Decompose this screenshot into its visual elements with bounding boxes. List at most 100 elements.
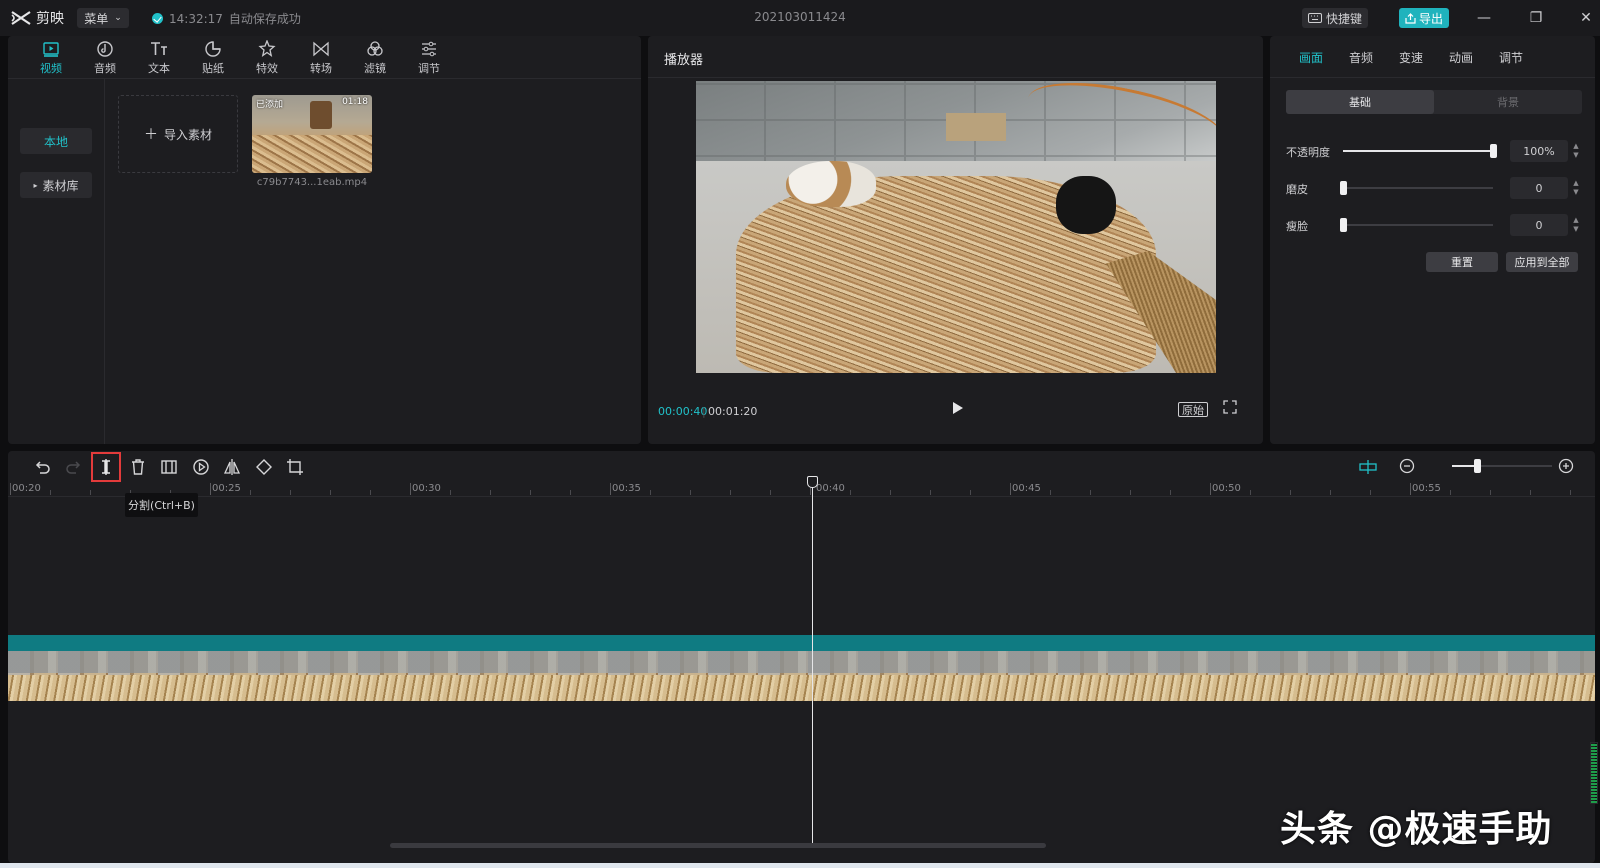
menu-label: 菜单 xyxy=(84,11,109,26)
menu-button[interactable]: 菜单 ⌄ xyxy=(77,8,129,28)
undo-icon xyxy=(35,461,50,474)
playhead-line[interactable] xyxy=(812,477,813,844)
reverse-play-icon xyxy=(193,459,209,475)
slim-face-value[interactable]: 0 xyxy=(1510,214,1568,236)
time-ruler[interactable]: 00:20 00:25 00:30 00:35 00:40 00:45 00:5… xyxy=(8,481,1595,497)
zoom-out-button[interactable] xyxy=(1398,457,1416,475)
app-window: 剪映 菜单 ⌄ 14:32:17 自动保存成功 202103011424 快捷键… xyxy=(0,0,1600,868)
redo-button[interactable] xyxy=(63,456,85,478)
clip-duration: 01:18 xyxy=(342,97,368,107)
ruler-tick xyxy=(330,490,331,495)
segment-basic[interactable]: 基础 xyxy=(1286,90,1434,114)
slim-face-slider[interactable] xyxy=(1340,218,1493,232)
tab-adjust[interactable]: 调节 xyxy=(402,36,456,79)
minimize-icon[interactable]: — xyxy=(1472,6,1496,30)
ruler-tick xyxy=(1170,490,1171,495)
mirror-button[interactable] xyxy=(221,456,243,478)
ruler-tick xyxy=(1010,483,1011,495)
ruler-tick xyxy=(1490,490,1491,495)
export-button[interactable]: 导出 xyxy=(1399,8,1449,28)
crop-button[interactable] xyxy=(284,456,306,478)
sidebar-item-library[interactable]: ▸ 素材库 xyxy=(20,172,92,198)
tab-effect-label: 特效 xyxy=(256,61,278,75)
tab-video-label: 视频 xyxy=(40,61,62,75)
sidebar-item-local[interactable]: 本地 xyxy=(20,128,92,154)
slim-face-knob[interactable] xyxy=(1340,218,1347,232)
timeline-scrollbar[interactable] xyxy=(390,843,1046,848)
time-separator: | xyxy=(702,405,706,418)
text-icon xyxy=(151,41,167,55)
tab-picture[interactable]: 画面 xyxy=(1286,36,1336,78)
tab-animation[interactable]: 动画 xyxy=(1436,36,1486,78)
tab-effect[interactable]: 特效 xyxy=(240,36,294,79)
freeze-frame-button[interactable] xyxy=(158,456,180,478)
maximize-icon[interactable]: ❐ xyxy=(1524,6,1548,30)
smooth-stepper[interactable]: ▲ ▼ xyxy=(1571,179,1581,197)
reverse-button[interactable] xyxy=(190,456,212,478)
delete-button[interactable] xyxy=(127,456,149,478)
opacity-value[interactable]: 100% xyxy=(1510,140,1568,162)
opacity-row: 不透明度 100% ▲ ▼ xyxy=(1286,140,1582,162)
ruler-tick xyxy=(730,490,731,495)
fullscreen-button[interactable] xyxy=(1223,400,1239,416)
tab-prop-adjust[interactable]: 调节 xyxy=(1486,36,1536,78)
video-scene-cat-calico xyxy=(786,161,876,207)
check-icon xyxy=(152,13,163,24)
opacity-stepper[interactable]: ▲ ▼ xyxy=(1571,142,1581,160)
import-media-button[interactable]: ＋ 导入素材 xyxy=(118,95,238,173)
tab-adjust-label: 调节 xyxy=(418,61,440,75)
video-track-header[interactable] xyxy=(8,635,1595,651)
tab-video[interactable]: 视频 xyxy=(24,36,78,79)
opacity-slider[interactable] xyxy=(1343,144,1497,158)
playhead-handle[interactable] xyxy=(807,476,818,488)
effect-icon xyxy=(258,39,276,57)
tab-audio[interactable]: 音频 xyxy=(78,36,132,79)
transition-icon xyxy=(313,41,329,56)
slim-face-stepper[interactable]: ▲ ▼ xyxy=(1571,216,1581,234)
ruler-tick xyxy=(930,490,931,495)
media-clip-thumbnail[interactable]: 已添加 01:18 xyxy=(252,95,372,173)
ruler-tick xyxy=(1330,490,1331,495)
apply-all-button[interactable]: 应用到全部 xyxy=(1506,252,1578,272)
play-button[interactable] xyxy=(950,400,966,416)
undo-button[interactable] xyxy=(31,456,53,478)
audio-icon xyxy=(97,40,113,57)
smooth-value[interactable]: 0 xyxy=(1510,177,1568,199)
tab-transition[interactable]: 转场 xyxy=(294,36,348,79)
zoom-knob[interactable] xyxy=(1474,459,1481,473)
split-button[interactable] xyxy=(91,452,121,482)
ruler-label: 00:35 xyxy=(612,483,641,494)
ruler-tick xyxy=(1530,490,1531,495)
plus-icon: ＋ xyxy=(143,127,158,143)
video-preview[interactable] xyxy=(696,81,1216,373)
zoom-in-button[interactable] xyxy=(1557,457,1575,475)
tab-text-label: 文本 xyxy=(148,61,170,75)
video-track-clip[interactable] xyxy=(8,651,1595,701)
tab-text[interactable]: 文本 xyxy=(132,36,186,79)
shortcut-button[interactable]: 快捷键 xyxy=(1302,8,1368,28)
smooth-knob[interactable] xyxy=(1340,181,1347,195)
tab-filter[interactable]: 滤镜 xyxy=(348,36,402,79)
capcut-logo-icon xyxy=(11,11,31,25)
rotate-button[interactable] xyxy=(253,456,275,478)
player-panel: 播放器 00:00:40 | 00:01:20 原始 xyxy=(648,36,1263,444)
ruler-tick xyxy=(250,490,251,495)
opacity-knob[interactable] xyxy=(1490,144,1497,158)
reset-button[interactable]: 重置 xyxy=(1426,252,1498,272)
smooth-slider[interactable] xyxy=(1340,181,1493,195)
segment-background[interactable]: 背景 xyxy=(1434,90,1582,114)
player-title: 播放器 xyxy=(664,53,704,68)
tab-sticker[interactable]: 贴纸 xyxy=(186,36,240,79)
close-icon[interactable]: ✕ xyxy=(1574,6,1598,30)
crop-icon xyxy=(287,459,303,475)
tab-speed[interactable]: 变速 xyxy=(1386,36,1436,78)
ruler-label: 00:20 xyxy=(12,483,41,494)
ruler-tick xyxy=(1290,490,1291,495)
ruler-tick xyxy=(410,483,411,495)
tab-prop-audio[interactable]: 音频 xyxy=(1336,36,1386,78)
aspect-ratio-button[interactable]: 原始 xyxy=(1178,402,1208,417)
zoom-slider[interactable] xyxy=(1452,459,1552,473)
properties-panel: 画面 音频 变速 动画 调节 基础 背景 不透明度 100% ▲ ▼ 磨皮 0 ▲… xyxy=(1270,36,1595,444)
snap-button[interactable] xyxy=(1357,456,1379,478)
app-logo: 剪映 xyxy=(10,8,64,28)
